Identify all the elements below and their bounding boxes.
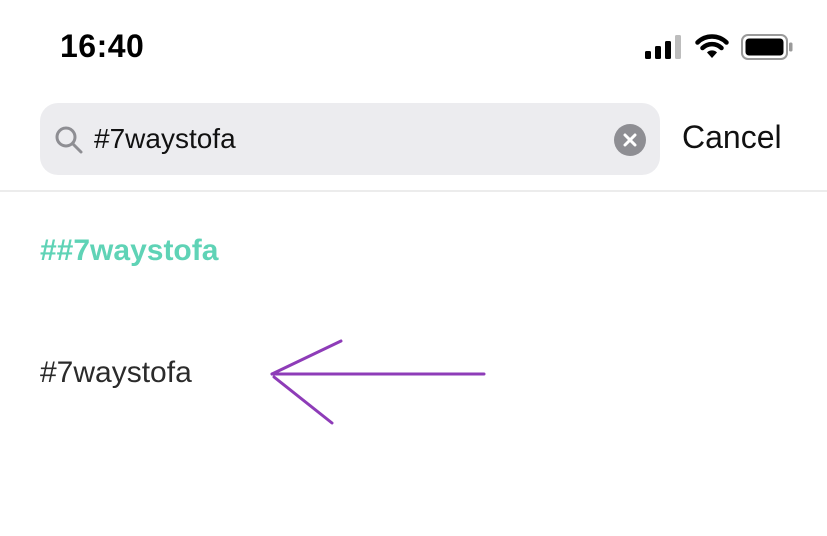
status-time: 16:40 [60, 28, 145, 64]
cancel-button[interactable]: Cancel [682, 119, 782, 156]
hashtag-suggestion[interactable]: ##7waystofa [40, 234, 218, 268]
status-bar: 16:40 [0, 0, 827, 90]
annotation-arrow-icon [270, 339, 486, 425]
divider [0, 190, 827, 192]
battery-icon [741, 34, 793, 60]
search-result-item[interactable]: #7waystofa [40, 356, 192, 390]
search-input[interactable] [94, 117, 594, 161]
search-bar: Cancel [0, 103, 827, 175]
search-field[interactable] [40, 103, 660, 175]
clear-search-button[interactable] [614, 124, 646, 156]
status-icons [645, 34, 793, 60]
wifi-icon [695, 34, 729, 58]
search-icon [55, 126, 83, 154]
cellular-signal-icon [645, 35, 681, 59]
clear-icon [623, 133, 637, 147]
search-screen: 16:40 #7waystofa Cancel ##7waystofa #7wa… [0, 0, 827, 536]
